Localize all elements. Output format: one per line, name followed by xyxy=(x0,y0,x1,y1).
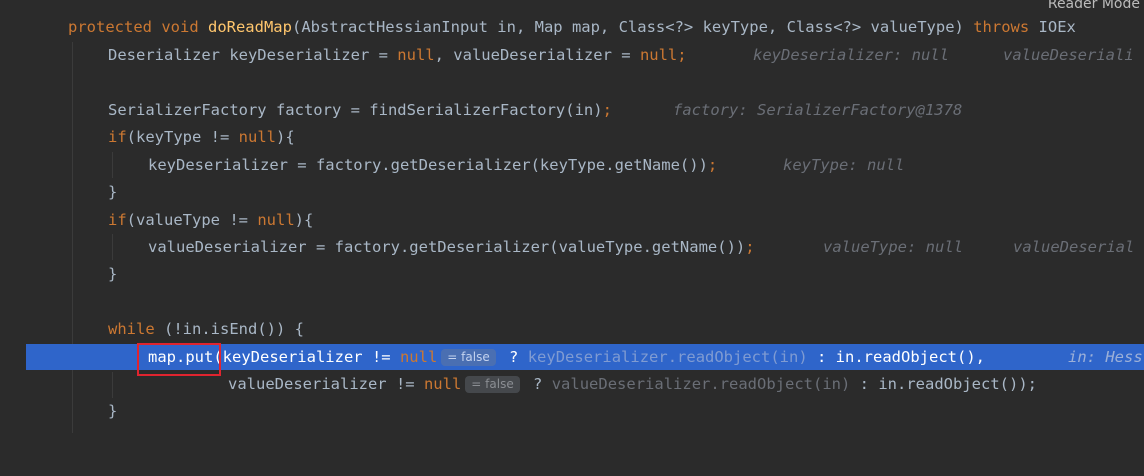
keyword-while: while xyxy=(108,320,155,338)
comma: , valueDeserializer = xyxy=(434,46,640,64)
code-line-close-brace[interactable]: } xyxy=(0,179,1144,205)
code-text: } xyxy=(108,402,118,420)
debug-inline-value: keyType: null xyxy=(783,156,905,174)
code-text: (!in.isEnd()) { xyxy=(154,320,304,338)
keyword-modifiers: protected void xyxy=(68,18,208,36)
unreachable-code: keyDeserializer.readObject(in) xyxy=(527,348,808,366)
code-line-while-loop[interactable]: while (!in.isEnd()) { xyxy=(0,316,1144,342)
code-line-if-valuetype[interactable]: if(valueType != null){ xyxy=(0,207,1144,233)
code-text: Deserializer keyDeserializer = xyxy=(108,46,398,64)
code-line-factory[interactable]: SerializerFactory factory = findSerializ… xyxy=(0,97,1144,123)
code-line-declare-deserializers[interactable]: Deserializer keyDeserializer = null, val… xyxy=(0,42,1144,68)
exception-type: IOEx xyxy=(1029,18,1076,36)
keyword-null: null xyxy=(639,46,678,64)
semicolon: ; xyxy=(707,156,718,174)
code-text: : in.readObject(), xyxy=(807,348,985,366)
code-text: valueDeserializer = factory.getDeseriali… xyxy=(148,238,746,256)
method-name: doReadMap xyxy=(207,18,292,36)
keyword-null: null xyxy=(238,128,276,146)
ternary-operator: ? xyxy=(523,375,552,393)
annotation-highlight-box xyxy=(137,343,221,376)
code-text: (keyType != xyxy=(126,128,239,146)
code-line-close-brace[interactable]: } xyxy=(0,398,1144,424)
debug-inline-value: valueType: null xyxy=(823,238,963,256)
code-text: } xyxy=(108,265,118,283)
keyword-null: null xyxy=(423,375,462,393)
debug-inline-value: factory: SerializerFactory@1378 xyxy=(673,101,963,119)
inline-eval-badge: = false xyxy=(441,349,496,366)
keyword-if: if xyxy=(108,128,127,146)
unreachable-code: valueDeserializer.readObject(in) xyxy=(551,375,851,393)
debug-inline-value: in: Hess xyxy=(1068,348,1143,366)
reader-mode-toggle[interactable]: Reader Mode xyxy=(1048,0,1140,12)
keyword-null: null xyxy=(257,211,295,229)
keyword-if: if xyxy=(108,211,127,229)
keyword-null: null xyxy=(399,348,438,366)
debug-inline-value: valueDeserial xyxy=(1013,238,1135,256)
keyword-null: null xyxy=(397,46,435,64)
code-text: (valueType != xyxy=(126,211,258,229)
keyword-throws: throws xyxy=(973,18,1030,36)
code-text: keyDeserializer = factory.getDeserialize… xyxy=(148,156,708,174)
code-line-value-deserializer[interactable]: valueDeserializer = factory.getDeseriali… xyxy=(0,234,1144,260)
inline-eval-badge: = false xyxy=(465,376,520,393)
code-text: : in.readObject()); xyxy=(850,375,1037,393)
code-text: ){ xyxy=(294,211,314,229)
semicolon: ; xyxy=(745,238,755,256)
code-line-method-signature[interactable]: protected void doReadMap(AbstractHessian… xyxy=(0,14,1144,40)
code-editor[interactable]: Reader Mode protected void doReadMap(Abs… xyxy=(0,0,1144,433)
semicolon: ; xyxy=(602,101,612,119)
code-text: } xyxy=(108,183,118,201)
method-params: (AbstractHessianInput in, Map map, Class… xyxy=(291,18,974,36)
code-line-if-keytype[interactable]: if(keyType != null){ xyxy=(0,124,1144,150)
debug-inline-value: keyDeserializer: null xyxy=(753,46,949,64)
code-line-close-brace[interactable]: } xyxy=(0,261,1144,287)
code-text: valueDeserializer != xyxy=(228,375,424,393)
code-line-key-deserializer[interactable]: keyDeserializer = factory.getDeserialize… xyxy=(0,152,1144,178)
semicolon: ; xyxy=(677,46,687,64)
debug-inline-value: valueDeseriali xyxy=(1003,46,1134,64)
ternary-operator: ? xyxy=(499,348,528,366)
code-text: SerializerFactory factory = findSerializ… xyxy=(108,101,603,119)
code-text: ){ xyxy=(275,128,295,146)
